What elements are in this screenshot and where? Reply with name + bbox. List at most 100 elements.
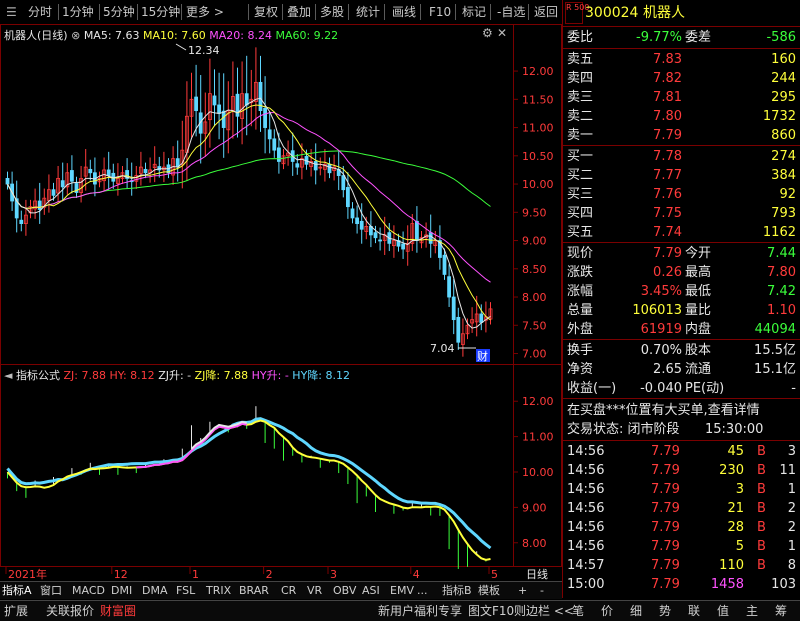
bid-price[interactable]: 7.78 xyxy=(653,147,682,166)
ask-price[interactable]: 7.83 xyxy=(653,50,682,69)
indicator-tab[interactable]: EMV xyxy=(390,583,414,598)
indicator-tab[interactable]: DMA xyxy=(142,583,168,598)
indicator-menu-icon[interactable]: ◄ xyxy=(4,369,12,382)
tab-expand[interactable]: 扩展 xyxy=(4,603,28,619)
quote-panel: R 500 300024 机器人 委比 -9.77% 委差 -586 在买盘**… xyxy=(563,0,800,598)
bid-price[interactable]: 7.74 xyxy=(653,223,682,242)
candle-body xyxy=(272,138,277,151)
tab-related-quotes[interactable]: 关联报价 xyxy=(46,603,94,619)
kline-chart[interactable]: 12.00 11.50 11.00 10.50 10.00 9.50 9.00 8.50 8.0… xyxy=(0,0,562,590)
indicator-tab[interactable]: DMI xyxy=(111,583,132,598)
tick-price: 7.79 xyxy=(651,558,680,573)
indicator-tab[interactable]: ... xyxy=(417,583,428,598)
stat-label: 收益(一) xyxy=(567,381,617,396)
indicator-tab[interactable]: OBV xyxy=(333,583,356,598)
candle-body xyxy=(442,254,447,275)
tick-side: B xyxy=(757,463,766,478)
indicator-name[interactable]: 指标公式 xyxy=(16,369,60,382)
indicator-tab[interactable]: ASI xyxy=(362,583,380,598)
stat-value: 0.70% xyxy=(640,343,682,358)
stat-label: 涨跌 xyxy=(567,265,594,280)
finance-marker[interactable]: 财 xyxy=(477,349,488,363)
quote-view-tab[interactable]: 筹 xyxy=(769,603,793,619)
stat-value: 3.45% xyxy=(640,284,682,299)
trade-status: 交易状态: 闭市阶段 xyxy=(567,422,680,437)
tick-side: B xyxy=(757,501,766,516)
tick-time: 14:57 xyxy=(567,558,605,573)
tick-price: 7.79 xyxy=(651,501,680,516)
stat-value: - xyxy=(791,381,796,396)
bid-price[interactable]: 7.77 xyxy=(653,166,682,185)
f10-link[interactable]: 图文F10 xyxy=(468,603,514,619)
zj-up-legend: ZJ升: - xyxy=(158,369,192,382)
indicator-tab[interactable]: 模板 xyxy=(478,583,500,598)
indicator-tab[interactable]: FSL xyxy=(176,583,195,598)
ask-price[interactable]: 7.82 xyxy=(653,69,682,88)
bid-volume: 793 xyxy=(771,206,796,221)
tick-time: 15:00 xyxy=(567,577,605,592)
close-icon[interactable]: ✕ xyxy=(497,26,507,40)
tick-price: 7.79 xyxy=(651,444,680,459)
stat-value: 7.79 xyxy=(653,246,682,261)
weicha-label: 委差 xyxy=(685,30,712,45)
quote-view-tab[interactable]: 价 xyxy=(595,603,619,619)
candle-body xyxy=(106,169,111,176)
price-tick-label: 11.50 xyxy=(522,93,554,106)
tick-count: 103 xyxy=(771,577,796,592)
ask-volume: 295 xyxy=(771,90,796,105)
tick-volume: 230 xyxy=(719,463,744,478)
ask-price[interactable]: 7.80 xyxy=(653,107,682,126)
indicator-tab[interactable]: 指标B xyxy=(442,583,472,598)
indicator-tab[interactable]: BRAR xyxy=(239,583,269,598)
settings-icon[interactable]: ⊗ xyxy=(71,29,80,42)
indicator-tab[interactable]: CR xyxy=(281,583,296,598)
candle-body xyxy=(341,175,346,191)
indicator-tick-label: 11.00 xyxy=(522,431,554,444)
hy-legend: HY: 8.12 xyxy=(109,369,155,382)
tab-wealth-circle[interactable]: 财富圈 xyxy=(100,603,136,619)
stat-value: 2.65 xyxy=(653,362,682,377)
quote-view-tab[interactable]: 笔 xyxy=(566,603,590,619)
indicator-tab[interactable]: 窗口 xyxy=(40,583,62,598)
bid-price[interactable]: 7.76 xyxy=(653,185,682,204)
candle-body xyxy=(5,178,10,185)
tick-count: 3 xyxy=(787,444,796,459)
stat-label: 净资 xyxy=(567,362,594,377)
zj-down-legend: ZJ降: 7.88 xyxy=(194,369,249,382)
date-axis: 2021年 12 1 2 3 4 5 日线 xyxy=(5,566,548,581)
ask-label: 卖一 xyxy=(567,128,594,143)
tick-count: 1 xyxy=(787,539,796,554)
ask-label: 卖二 xyxy=(567,109,594,124)
big-order-notice[interactable]: 在买盘***位置有大买单,查看详情 xyxy=(567,401,760,420)
candle-body xyxy=(37,200,42,210)
ask-price[interactable]: 7.79 xyxy=(653,126,682,145)
sidebar-toggle[interactable]: 则边栏 << xyxy=(514,603,574,619)
candle-body xyxy=(345,187,350,208)
candle-body xyxy=(143,168,148,174)
quote-view-tab[interactable]: 细 xyxy=(624,603,648,619)
quote-view-tab[interactable]: 主 xyxy=(740,603,764,619)
quote-view-tab[interactable]: 联 xyxy=(682,603,706,619)
date-tick-label: 4 xyxy=(413,568,420,581)
quote-view-tab[interactable]: 值 xyxy=(711,603,735,619)
bid-volume: 384 xyxy=(771,168,796,183)
stat-label: 量比 xyxy=(685,303,712,318)
candlestick-series xyxy=(5,47,493,357)
indicator-tab[interactable]: MACD xyxy=(72,583,105,598)
indicator-lines xyxy=(6,406,492,569)
settings-gear-icon[interactable]: ⚙ xyxy=(482,26,493,40)
indicator-tab[interactable]: + xyxy=(518,583,527,598)
indicator-tab[interactable]: TRIX xyxy=(206,583,231,598)
bid-price[interactable]: 7.75 xyxy=(653,204,682,223)
indicator-tab[interactable]: 指标A xyxy=(2,583,32,598)
new-user-link[interactable]: 新用户福利专享 xyxy=(378,603,462,619)
tick-volume: 1458 xyxy=(710,577,744,592)
bid-volume: 1162 xyxy=(762,225,796,240)
indicator-tab[interactable]: - xyxy=(540,583,544,598)
tick-time: 14:56 xyxy=(567,463,605,478)
ask-price[interactable]: 7.81 xyxy=(653,88,682,107)
tick-volume: 28 xyxy=(727,520,744,535)
indicator-tab[interactable]: VR xyxy=(307,583,322,598)
stat-value: 106013 xyxy=(632,303,682,318)
quote-view-tab[interactable]: 势 xyxy=(653,603,677,619)
